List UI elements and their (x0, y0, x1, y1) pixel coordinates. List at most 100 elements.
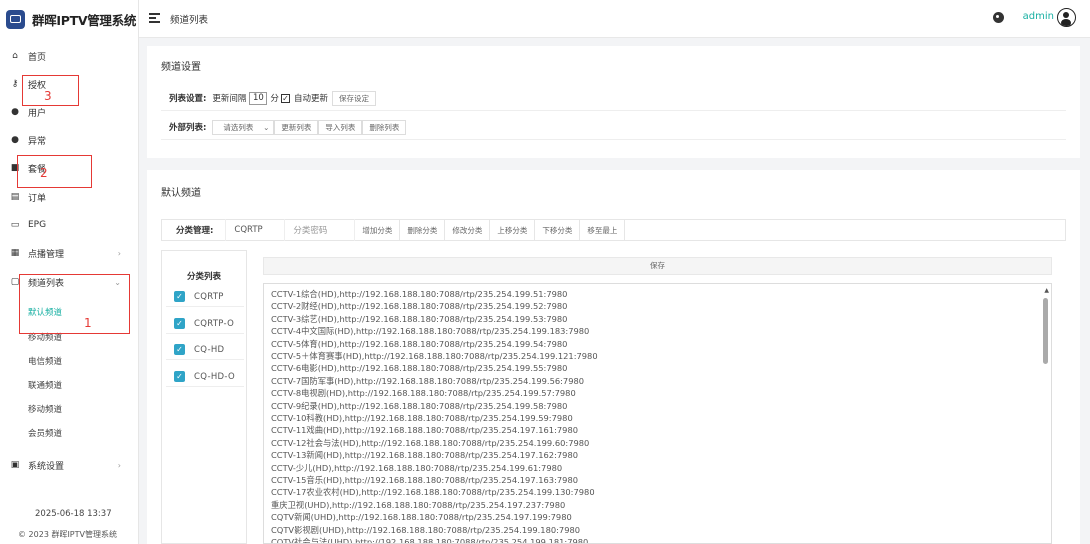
update-list-button[interactable]: 更新列表 (274, 119, 319, 135)
channel-line: CCTV-11戏曲(HD),http://192.168.188.180:708… (271, 425, 579, 436)
user-name[interactable]: admin (1023, 11, 1054, 22)
sub-item-unicom[interactable]: 联通频道 (28, 376, 62, 394)
sidebar-item-label: 用户 (28, 108, 47, 119)
channel-line: CCTV-6电影(HD),http://192.168.188.180:7088… (271, 363, 568, 374)
channel-line: CCTV-2财经(HD),http://192.168.188.180:7088… (271, 301, 568, 312)
category-list: 分类列表 ✓ CQRTP ✓ CQRTP-O ✓ CQ-HD ✓ CQ-HD-O (161, 250, 247, 544)
interval-input[interactable]: 10 (249, 91, 268, 105)
user-warning-icon: ● (11, 135, 19, 145)
interval-unit: 分 (270, 94, 279, 104)
list-settings-label: 列表设置: (169, 94, 207, 104)
delete-list-button[interactable]: 删除列表 (362, 119, 407, 135)
channel-line: CCTV-13新闻(HD),http://192.168.188.180:708… (271, 450, 579, 461)
import-list-button[interactable]: 导入列表 (318, 119, 363, 135)
settings-title: 频道设置 (161, 62, 201, 73)
sidebar-item-exceptions[interactable]: ● 异常 (0, 130, 139, 150)
checkbox-checked-icon[interactable]: ✓ (174, 344, 185, 355)
auto-update-checkbox[interactable]: ✓ (280, 93, 290, 103)
checkbox-checked-icon[interactable]: ✓ (174, 318, 185, 329)
channel-line: CCTV-10科教(HD),http://192.168.188.180:708… (271, 413, 573, 423)
vod-icon: ▦ (10, 248, 20, 258)
channel-list-textarea[interactable]: CCTV-1综合(HD),http://192.168.188.180:7088… (263, 283, 1052, 544)
epg-icon: ▭ (10, 220, 20, 230)
category-item[interactable]: ✓ CQ-HD (166, 340, 244, 360)
category-name-input[interactable]: CQRTP (225, 219, 286, 241)
annotation-number-1: 1 (84, 316, 92, 330)
interval-label: 更新间隔 (212, 94, 247, 104)
user-icon: ● (11, 107, 19, 117)
category-item[interactable]: ✓ CQ-HD-O (166, 367, 244, 387)
checkbox-checked-icon[interactable]: ✓ (174, 371, 185, 382)
avatar-icon[interactable] (1057, 8, 1076, 27)
category-management-bar: 分类管理: CQRTP 分类密码 增加分类 删除分类 修改分类 上移分类 下移分… (161, 219, 1066, 241)
chevron-right-icon: › (117, 460, 121, 470)
channel-line: CCTV-15音乐(HD),http://192.168.188.180:708… (271, 475, 579, 485)
channel-line: CQTV社会与法(UHD),http://192.168.188.180:708… (271, 537, 589, 544)
move-up-category-button[interactable]: 上移分类 (490, 219, 536, 241)
scrollbar[interactable]: ▲ (1041, 284, 1051, 543)
channel-line: CCTV-7国防军事(HD),http://192.168.188.180:70… (271, 375, 585, 386)
sidebar-item-home[interactable]: ⌂ 首页 (0, 46, 139, 66)
channel-line: CCTV-少儿(HD),http://192.168.188.180:7088/… (271, 462, 563, 473)
order-icon: ▤ (10, 192, 20, 202)
category-item-label: CQ-HD-O (194, 371, 235, 382)
save-button[interactable]: 保存 (263, 257, 1052, 275)
auto-update-label: 自动更新 (293, 94, 328, 104)
sidebar-item-label: 订单 (28, 193, 47, 204)
menu-toggle-icon[interactable] (149, 13, 160, 23)
channel-line: CCTV-5体育(HD),http://192.168.188.180:7088… (271, 338, 568, 349)
edit-category-button[interactable]: 修改分类 (445, 219, 491, 241)
save-settings-button[interactable]: 保存设定 (331, 90, 376, 106)
sidebar-item-settings[interactable]: ▣ 系统设置 › (0, 455, 139, 475)
chevron-down-icon: ⌄ (263, 122, 270, 132)
sidebar-item-orders[interactable]: ▤ 订单 (0, 187, 139, 207)
category-item-label: CQRTP-O (194, 318, 235, 329)
sidebar-item-epg[interactable]: ▭ EPG (0, 215, 139, 235)
footer-copyright: © 2023 群晖IPTV管理系统 (18, 530, 117, 539)
chevron-right-icon: › (117, 248, 121, 258)
sidebar-item-label: 首页 (28, 52, 47, 63)
tv-logo-icon (6, 9, 25, 29)
channel-line: CCTV-4中文国际(HD),http://192.168.188.180:70… (271, 326, 590, 337)
category-management-label: 分类管理: (176, 226, 214, 236)
brand: 群晖IPTV管理系统 (0, 0, 138, 38)
default-channels-panel: 默认频道 分类管理: CQRTP 分类密码 增加分类 删除分类 修改分类 上移分… (147, 170, 1080, 544)
sub-item-member[interactable]: 会员频道 (28, 424, 62, 442)
category-password-input[interactable]: 分类密码 (285, 219, 356, 241)
page-title: 频道列表 (170, 15, 209, 26)
move-down-category-button[interactable]: 下移分类 (535, 219, 581, 241)
external-list-row: 外部列表: 请选列表 ⌄ 更新列表 导入列表 删除列表 (161, 115, 1066, 140)
scroll-up-icon[interactable]: ▲ (1044, 287, 1049, 294)
annotation-box-2 (17, 155, 92, 188)
checkbox-checked-icon[interactable]: ✓ (174, 291, 185, 302)
user-key-icon: ⚷ (11, 79, 19, 89)
sidebar-item-label: EPG (28, 220, 47, 230)
channel-line: 重庆卫视(UHD),http://192.168.188.180:7088/rt… (271, 499, 566, 510)
list-select[interactable]: 请选列表 ⌄ (212, 119, 275, 135)
app-title: 群晖IPTV管理系统 (32, 12, 137, 28)
category-item-label: CQ-HD (194, 344, 225, 355)
move-top-category-button[interactable]: 移至最上 (580, 219, 626, 241)
category-list-title: 分类列表 (186, 272, 221, 282)
default-channels-title: 默认频道 (161, 188, 201, 199)
category-item[interactable]: ✓ CQRTP-O (166, 314, 244, 334)
channel-line: CCTV-8电视剧(HD),http://192.168.188.180:708… (271, 388, 576, 399)
annotation-number-3: 3 (44, 89, 52, 103)
sidebar-item-label: 异常 (28, 136, 47, 147)
delete-category-button[interactable]: 删除分类 (400, 219, 446, 241)
settings-icon: ▣ (10, 460, 20, 470)
sidebar-item-label: 点播管理 (28, 249, 65, 260)
external-list-label: 外部列表: (169, 123, 207, 133)
add-category-button[interactable]: 增加分类 (355, 219, 401, 241)
list-select-value: 请选列表 (223, 122, 254, 132)
category-item-label: CQRTP (194, 291, 224, 302)
palette-icon[interactable] (993, 12, 1004, 23)
category-item[interactable]: ✓ CQRTP (166, 287, 244, 307)
channel-line: CCTV-3综艺(HD),http://192.168.188.180:7088… (271, 313, 568, 324)
channel-line: CQTV新闻(UHD),http://192.168.188.180:7088/… (271, 512, 572, 523)
sub-item-mobile-2[interactable]: 移动频道 (28, 400, 62, 418)
scroll-thumb[interactable] (1043, 298, 1048, 364)
channel-line: CCTV-5＋体育赛事(HD),http://192.168.188.180:7… (271, 351, 598, 361)
sub-item-telecom[interactable]: 电信频道 (28, 352, 62, 370)
sidebar-item-vod[interactable]: ▦ 点播管理 › (0, 243, 139, 263)
